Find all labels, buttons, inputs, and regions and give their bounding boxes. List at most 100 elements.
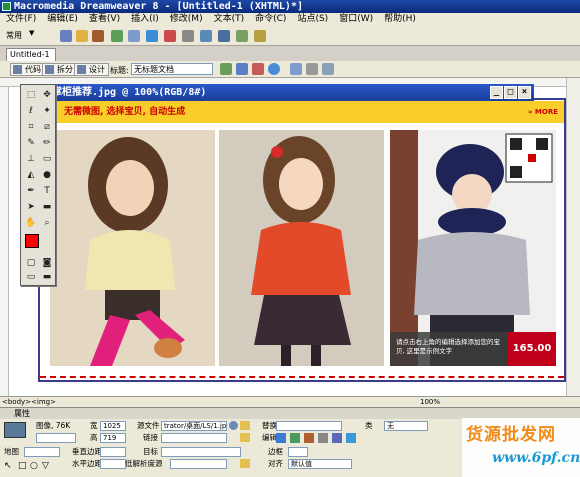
girl-yellow-vest-image <box>50 130 215 366</box>
split-view-button[interactable]: 拆分 <box>42 63 77 76</box>
maximize-icon[interactable]: □ <box>504 86 517 99</box>
insert-category-select[interactable]: 常用 <box>6 30 22 41</box>
link-field[interactable] <box>161 433 227 443</box>
vspace-field[interactable] <box>100 447 126 457</box>
align-select[interactable]: 默认值 <box>288 459 352 469</box>
comment-icon[interactable] <box>200 30 212 42</box>
fullscreen-mode-icon[interactable]: ▬ <box>40 271 54 284</box>
file-management-icon[interactable] <box>220 63 232 75</box>
globe-icon[interactable] <box>268 63 280 75</box>
polygon-hotspot-icon[interactable]: ▽ <box>42 461 49 471</box>
visual-aids-icon[interactable] <box>322 63 334 75</box>
menu-view[interactable]: 查看(V) <box>89 13 120 26</box>
pen-tool-icon[interactable]: ✒ <box>24 185 38 198</box>
menu-file[interactable]: 文件(F) <box>6 13 36 26</box>
lowsrc-field[interactable] <box>170 459 227 469</box>
layer-icon[interactable] <box>128 30 140 42</box>
browse-folder-icon[interactable] <box>240 421 250 430</box>
map-field[interactable] <box>24 447 60 457</box>
magic-wand-icon[interactable]: ✦ <box>40 105 54 118</box>
tag-chooser-icon[interactable] <box>254 30 266 42</box>
preview-browser-icon[interactable] <box>236 63 248 75</box>
move-tool-icon[interactable]: ✥ <box>40 89 54 102</box>
head-icon[interactable] <box>218 30 230 42</box>
sharpen-icon[interactable] <box>346 433 356 443</box>
alt-field[interactable] <box>276 421 342 431</box>
resample-icon[interactable] <box>318 433 328 443</box>
screen-mode-icon[interactable]: ▭ <box>24 271 38 284</box>
link-folder-icon[interactable] <box>240 433 250 442</box>
design-view-button[interactable]: 设计 <box>74 63 109 76</box>
zoom-tool-icon[interactable]: ⌕ <box>40 217 54 230</box>
class-select[interactable]: 无 <box>384 421 428 431</box>
more-link[interactable]: » MORE <box>528 101 558 123</box>
hspace-field[interactable] <box>100 459 126 469</box>
text-tool-icon[interactable]: T <box>40 185 54 198</box>
rect-hotspot-icon[interactable]: □ <box>18 461 27 471</box>
hyperlink-icon[interactable] <box>60 30 72 42</box>
lasso-tool-icon[interactable]: ℓ <box>24 105 38 118</box>
date-icon[interactable] <box>182 30 194 42</box>
blur-tool-icon[interactable]: ● <box>40 169 54 182</box>
width-field[interactable]: 1025 <box>100 421 126 431</box>
chevron-down-icon[interactable]: ▼ <box>29 29 34 37</box>
optimize-icon[interactable] <box>290 433 300 443</box>
hand-tool-icon[interactable]: ✋ <box>24 217 38 230</box>
marquee-tool-icon[interactable]: ⬚ <box>24 89 38 102</box>
menu-commands[interactable]: 命令(C) <box>255 13 286 26</box>
lowsrc-folder-icon[interactable] <box>240 459 250 468</box>
target-select[interactable] <box>161 447 241 457</box>
shape-tool-icon[interactable]: ▬ <box>40 201 54 214</box>
brush-tool-icon[interactable]: ✎ <box>24 137 38 150</box>
circle-hotspot-icon[interactable]: ○ <box>30 461 38 471</box>
border-field[interactable] <box>288 447 308 457</box>
zoom-level[interactable]: 100% <box>420 397 440 407</box>
foreground-color-swatch[interactable] <box>25 234 39 248</box>
minimize-icon[interactable]: _ <box>490 86 503 99</box>
vertical-scrollbar[interactable] <box>566 78 580 396</box>
media-icon[interactable] <box>164 30 176 42</box>
table-icon[interactable] <box>111 30 123 42</box>
image-icon[interactable] <box>146 30 158 42</box>
refresh-icon[interactable] <box>290 63 302 75</box>
menu-window[interactable]: 窗口(W) <box>339 13 373 26</box>
bucket-tool-icon[interactable]: ◭ <box>24 169 38 182</box>
height-field[interactable]: 719 <box>100 433 126 443</box>
design-icon <box>77 65 86 74</box>
menu-modify[interactable]: 修改(M) <box>170 13 203 26</box>
stamp-tool-icon[interactable]: ⊥ <box>24 153 38 166</box>
path-select-icon[interactable]: ➤ <box>24 201 38 214</box>
pencil-tool-icon[interactable]: ✏ <box>40 137 54 150</box>
close-icon[interactable]: × <box>518 86 531 99</box>
anchor-icon[interactable] <box>92 30 104 42</box>
image-name-field[interactable] <box>36 433 76 443</box>
slice-tool-icon[interactable]: ⧄ <box>40 121 54 134</box>
standard-mode-icon[interactable]: ▢ <box>24 257 38 270</box>
quickmask-mode-icon[interactable]: ◙ <box>40 257 54 270</box>
menu-edit[interactable]: 编辑(E) <box>47 13 78 26</box>
product-photo-grid: 请点击右上角的编辑选择添加您的宝贝, 这里是示例文字 165.00 <box>40 123 564 374</box>
template-icon[interactable] <box>236 30 248 42</box>
image-window-titlebar[interactable]: 掌柜推荐.jpg @ 100%(RGB/8#) _ □ × <box>44 84 534 101</box>
point-to-file-icon[interactable] <box>229 421 238 430</box>
code-view-button[interactable]: 代码 <box>10 63 45 76</box>
crop-icon[interactable] <box>304 433 314 443</box>
align-label: 对齐 <box>268 459 283 468</box>
document-tab[interactable]: Untitled-1 <box>6 48 56 61</box>
pointer-hotspot-icon[interactable]: ↖ <box>4 461 12 471</box>
menu-insert[interactable]: 插入(I) <box>131 13 159 26</box>
check-errors-icon[interactable] <box>252 63 264 75</box>
tag-selector[interactable]: <body><img> <box>2 397 56 407</box>
edit-image-icon[interactable] <box>276 433 286 443</box>
brightness-icon[interactable] <box>332 433 342 443</box>
menu-help[interactable]: 帮助(H) <box>384 13 416 26</box>
src-field[interactable]: trator/桌面/LS/1.jpg <box>161 421 227 431</box>
menu-text[interactable]: 文本(T) <box>214 13 245 26</box>
dreamweaver-app-icon <box>2 2 11 11</box>
menu-site[interactable]: 站点(S) <box>297 13 328 26</box>
view-options-icon[interactable] <box>306 63 318 75</box>
eraser-tool-icon[interactable]: ▭ <box>40 153 54 166</box>
title-input[interactable] <box>131 63 213 75</box>
crop-tool-icon[interactable]: ⌗ <box>24 121 38 134</box>
email-link-icon[interactable] <box>76 30 88 42</box>
